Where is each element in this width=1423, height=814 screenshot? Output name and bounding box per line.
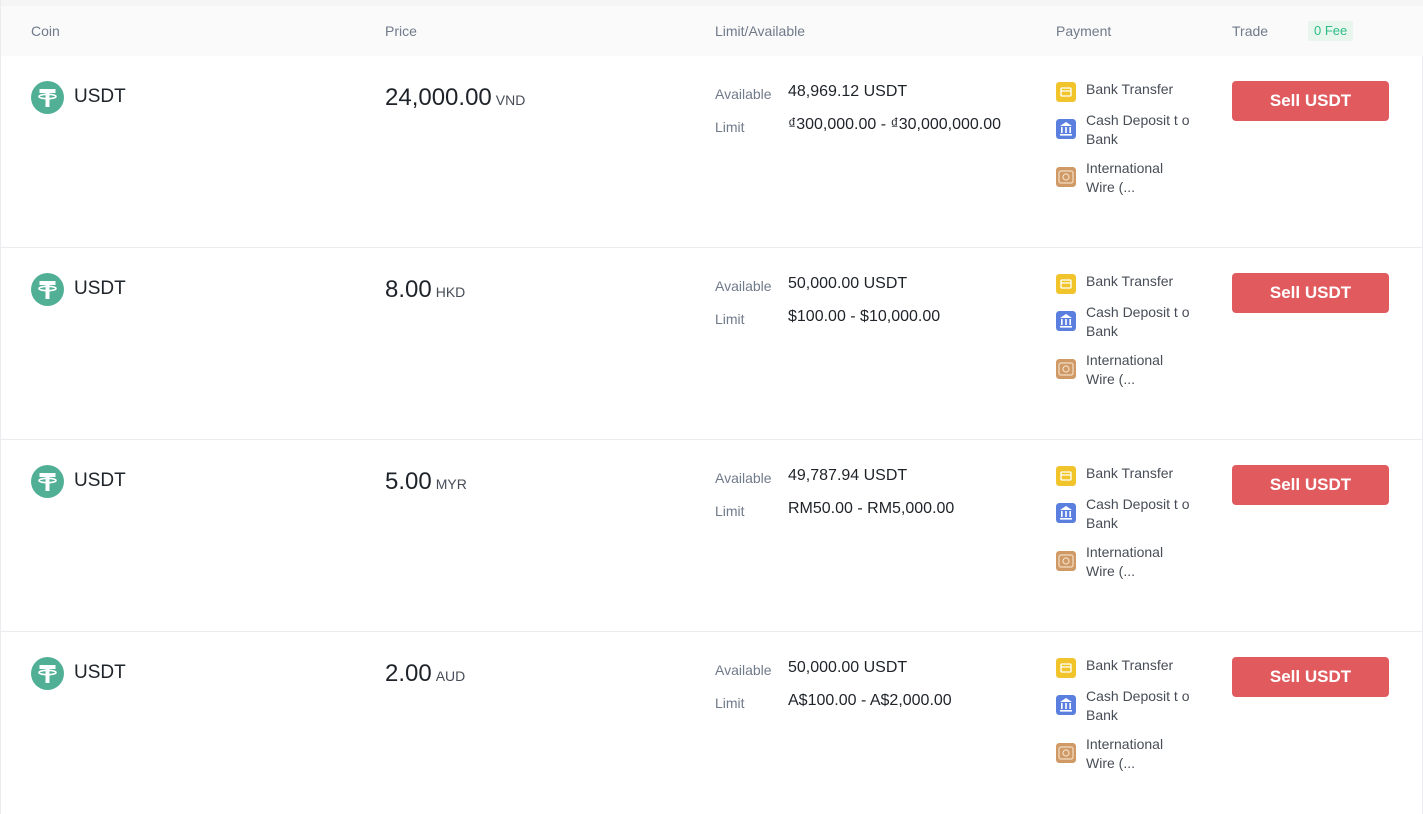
available-value: 49,787.94 USDT xyxy=(788,467,908,484)
price: 5.00 MYR xyxy=(385,468,467,496)
header-price: Price xyxy=(385,23,417,39)
offer-row: USDT 5.00 MYR Available 49,787.94 USDT Li… xyxy=(1,440,1423,632)
payment-label: Bank Transfer xyxy=(1086,273,1174,289)
bank-building-icon xyxy=(1056,311,1076,331)
sell-usdt-button[interactable]: Sell USDT xyxy=(1232,465,1389,505)
header-payment: Payment xyxy=(1056,23,1112,39)
offer-row: USDT 24,000.00 VND Available 48,969.12 US… xyxy=(1,56,1423,248)
limit-value: $100.00 - $10,000.00 xyxy=(788,308,941,325)
coin-name: USDT xyxy=(74,86,126,107)
payment-label: Cash Deposit t o Bank xyxy=(1086,496,1190,531)
bank-building-icon xyxy=(1056,695,1076,715)
bank-transfer-icon xyxy=(1056,274,1076,294)
price-currency: VND xyxy=(495,92,526,108)
tether-coin-icon xyxy=(31,273,64,306)
limit-value: RM50.00 - RM5,000.00 xyxy=(788,500,955,517)
header-coin: Coin xyxy=(31,23,60,39)
zero-fee-badge: 0 Fee xyxy=(1308,21,1354,41)
header-limit-available: Limit/Available xyxy=(715,23,806,39)
coin-name: USDT xyxy=(74,470,126,491)
wire-transfer-icon xyxy=(1056,359,1076,379)
wire-transfer-icon xyxy=(1056,743,1076,763)
sell-usdt-button[interactable]: Sell USDT xyxy=(1232,273,1389,313)
tether-coin-icon xyxy=(31,81,64,114)
available-value: 48,969.12 USDT xyxy=(788,83,908,100)
payment-label: International Wire (... xyxy=(1086,160,1164,195)
bank-building-icon xyxy=(1056,503,1076,523)
sell-usdt-button[interactable]: Sell USDT xyxy=(1232,81,1389,121)
price-value: 2.00 xyxy=(385,660,432,687)
offer-list: USDT 24,000.00 VND Available 48,969.12 US… xyxy=(1,56,1423,814)
available-label: Available xyxy=(715,278,772,294)
payment-label: Cash Deposit t o Bank xyxy=(1086,688,1190,723)
offer-row: USDT 8.00 HKD Available 50,000.00 USDT Li… xyxy=(1,248,1423,440)
bank-transfer-icon xyxy=(1056,82,1076,102)
limit-label: Limit xyxy=(715,695,745,711)
price-currency: MYR xyxy=(435,476,467,492)
payment-label: International Wire (... xyxy=(1086,544,1164,579)
bank-transfer-icon xyxy=(1056,466,1076,486)
payment-label: Cash Deposit t o Bank xyxy=(1086,304,1190,339)
price-currency: AUD xyxy=(435,668,466,684)
payment-label: Bank Transfer xyxy=(1086,465,1174,481)
payment-label: International Wire (... xyxy=(1086,352,1164,387)
limit-label: Limit xyxy=(715,503,745,519)
price: 24,000.00 VND xyxy=(385,84,525,112)
price-value: 24,000.00 xyxy=(385,84,492,111)
wire-transfer-icon xyxy=(1056,551,1076,571)
p2p-offer-table: Coin Price Limit/Available Payment Trade… xyxy=(0,0,1423,814)
available-value: 50,000.00 USDT xyxy=(788,659,908,676)
limit-label: Limit xyxy=(715,119,745,135)
payment-label: Cash Deposit t o Bank xyxy=(1086,112,1190,147)
available-value: 50,000.00 USDT xyxy=(788,275,908,292)
tether-coin-icon xyxy=(31,657,64,690)
available-label: Available xyxy=(715,86,772,102)
limit-value: ₫300,000.00 - ₫30,000,000.00 xyxy=(788,116,1002,133)
table-header: Coin Price Limit/Available Payment Trade… xyxy=(1,6,1423,56)
price-value: 8.00 xyxy=(385,276,432,303)
header-trade: Trade xyxy=(1232,23,1269,39)
limit-label: Limit xyxy=(715,311,745,327)
payment-label: Bank Transfer xyxy=(1086,657,1174,673)
available-label: Available xyxy=(715,470,772,486)
offer-row: USDT 2.00 AUD Available 50,000.00 USDT Li… xyxy=(1,632,1423,814)
price: 2.00 AUD xyxy=(385,660,465,688)
bank-transfer-icon xyxy=(1056,658,1076,678)
price-value: 5.00 xyxy=(385,468,432,495)
payment-label: International Wire (... xyxy=(1086,736,1164,771)
coin-name: USDT xyxy=(74,278,126,299)
available-label: Available xyxy=(715,662,772,678)
bank-building-icon xyxy=(1056,119,1076,139)
limit-value: A$100.00 - A$2,000.00 xyxy=(788,692,952,709)
coin-name: USDT xyxy=(74,662,126,683)
tether-coin-icon xyxy=(31,465,64,498)
sell-usdt-button[interactable]: Sell USDT xyxy=(1232,657,1389,697)
payment-label: Bank Transfer xyxy=(1086,81,1174,97)
price-currency: HKD xyxy=(435,284,466,300)
wire-transfer-icon xyxy=(1056,167,1076,187)
price: 8.00 HKD xyxy=(385,276,465,304)
